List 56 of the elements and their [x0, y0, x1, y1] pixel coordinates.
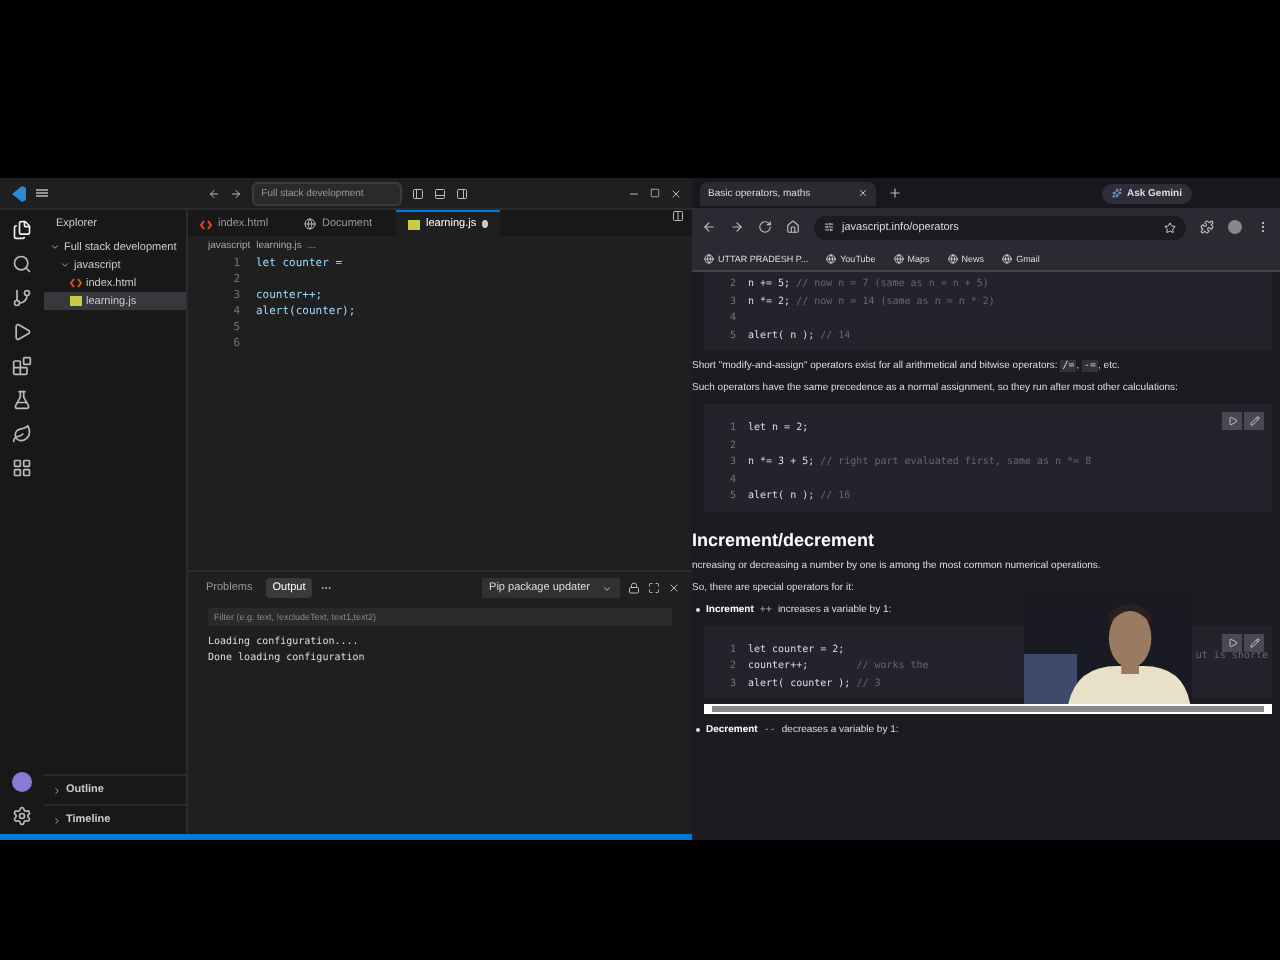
sparkle-icon [1112, 188, 1123, 198]
search-icon[interactable] [12, 254, 32, 274]
globe-icon [893, 253, 904, 263]
caret-icon [602, 583, 612, 593]
grid-icon[interactable] [12, 458, 32, 478]
run-button[interactable] [1222, 412, 1242, 430]
files-icon[interactable] [12, 220, 32, 240]
leaf-icon[interactable] [12, 424, 32, 444]
panel-icon[interactable] [434, 187, 447, 199]
pencil-icon [1249, 637, 1259, 647]
site-settings-icon[interactable] [824, 222, 834, 232]
code-icon [70, 278, 82, 288]
lock-icon[interactable] [628, 582, 640, 594]
play-icon [1227, 416, 1237, 426]
forward-icon[interactable] [730, 220, 744, 234]
close-icon[interactable] [670, 187, 683, 199]
globe-icon [704, 253, 714, 263]
branch-icon[interactable] [12, 288, 32, 308]
play-icon [1227, 637, 1237, 647]
globe-icon [947, 253, 958, 263]
js-file-icon [408, 219, 420, 229]
pencil-icon [1249, 416, 1259, 426]
account-icon[interactable] [12, 772, 32, 792]
close-icon[interactable] [668, 582, 680, 594]
back-icon[interactable] [702, 220, 716, 234]
settings-icon[interactable] [12, 806, 32, 826]
menu-icon[interactable] [1256, 220, 1270, 234]
back-icon[interactable] [207, 187, 220, 199]
logo-icon [10, 185, 26, 201]
profile-avatar[interactable] [1228, 220, 1242, 234]
run-button[interactable] [1222, 633, 1242, 651]
js-file-icon [70, 296, 82, 306]
horizontal-scrollbar[interactable] [704, 704, 1272, 714]
forward-icon[interactable] [229, 187, 242, 199]
chevron-icon[interactable] [52, 785, 62, 795]
code-icon [200, 219, 212, 229]
reload-icon[interactable] [758, 220, 772, 234]
run-icon[interactable] [12, 322, 32, 342]
menu-icon[interactable] [36, 188, 48, 198]
new-tab-icon[interactable] [888, 186, 902, 200]
globe-icon [826, 253, 837, 263]
edit-button[interactable] [1244, 633, 1264, 651]
section-heading: Increment/decrement [692, 529, 877, 549]
maximize-icon[interactable] [650, 188, 661, 198]
globe-icon [304, 218, 316, 230]
flask-icon[interactable] [12, 390, 32, 410]
minimize-icon[interactable] [628, 187, 641, 199]
sidebar-icon[interactable] [456, 187, 469, 199]
chevron-icon[interactable] [52, 815, 62, 825]
extensions-icon[interactable] [12, 356, 32, 376]
globe-icon [1002, 253, 1013, 263]
extensions-icon[interactable] [1200, 220, 1214, 234]
layout-icon[interactable] [412, 187, 425, 199]
edit-button[interactable] [1244, 412, 1264, 430]
home-icon[interactable] [786, 220, 800, 234]
star-icon[interactable] [1164, 221, 1176, 233]
